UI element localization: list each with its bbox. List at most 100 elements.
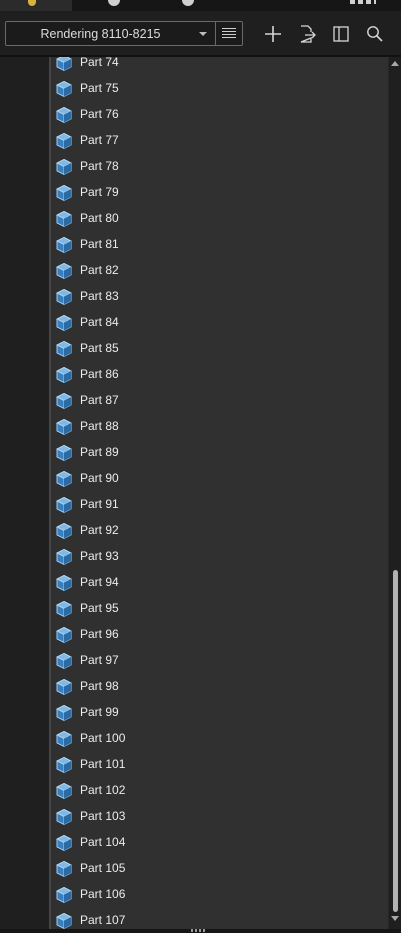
list-item-label: Part 101: [80, 757, 126, 771]
list-item[interactable]: Part 106: [51, 882, 388, 908]
list-icon: [222, 28, 236, 29]
cube-icon: [55, 314, 73, 332]
list-item[interactable]: Part 101: [51, 752, 388, 778]
list-item[interactable]: Part 88: [51, 414, 388, 440]
list-button[interactable]: [215, 22, 242, 45]
list-item-label: Part 77: [80, 133, 119, 147]
list-item-label: Part 81: [80, 237, 119, 251]
list-item-label: Part 78: [80, 159, 119, 173]
list-item[interactable]: Part 92: [51, 518, 388, 544]
cube-icon: [55, 262, 73, 280]
list-item[interactable]: Part 93: [51, 544, 388, 570]
cube-icon: [55, 574, 73, 592]
cube-icon: [55, 470, 73, 488]
list-item-label: Part 103: [80, 809, 126, 823]
cube-icon: [55, 912, 73, 930]
list-item[interactable]: Part 89: [51, 440, 388, 466]
list-item-label: Part 92: [80, 523, 119, 537]
list-item[interactable]: Part 94: [51, 570, 388, 596]
cube-icon: [55, 340, 73, 358]
tab-icon[interactable]: [182, 0, 194, 6]
list-item[interactable]: Part 77: [51, 128, 388, 154]
list-item[interactable]: Part 90: [51, 466, 388, 492]
list-item-label: Part 94: [80, 575, 119, 589]
search-button[interactable]: [361, 21, 389, 47]
list-item-label: Part 96: [80, 627, 119, 641]
cube-icon: [55, 522, 73, 540]
cube-icon: [55, 860, 73, 878]
panel-toggle-button[interactable]: [327, 21, 355, 47]
rendering-selector-value: Rendering 8110-8215: [40, 27, 161, 41]
list-item-label: Part 95: [80, 601, 119, 615]
resize-grip-icon[interactable]: [191, 929, 205, 932]
list-item-label: Part 85: [80, 341, 119, 355]
search-icon: [367, 26, 383, 42]
list-item[interactable]: Part 95: [51, 596, 388, 622]
list-item[interactable]: Part 82: [51, 258, 388, 284]
plus-icon: [265, 26, 281, 42]
list-item[interactable]: Part 80: [51, 206, 388, 232]
list-item[interactable]: Part 79: [51, 180, 388, 206]
list-item-label: Part 83: [80, 289, 119, 303]
list-item-label: Part 105: [80, 861, 126, 875]
list-item-label: Part 90: [80, 471, 119, 485]
chevron-down-icon[interactable]: [199, 32, 207, 36]
list-item-label: Part 93: [80, 549, 119, 563]
cube-icon: [55, 184, 73, 202]
scrollbar-thumb[interactable]: [393, 570, 398, 912]
cube-icon: [55, 132, 73, 150]
list-item-label: Part 82: [80, 263, 119, 277]
tab-active[interactable]: [0, 0, 72, 11]
list-item[interactable]: Part 76: [51, 102, 388, 128]
list-item[interactable]: Part 75: [51, 76, 388, 102]
list-item[interactable]: Part 96: [51, 622, 388, 648]
list-item-label: Part 98: [80, 679, 119, 693]
panel-toggle-icon: [333, 26, 349, 42]
list-icon-line: [222, 34, 236, 35]
tab-icon[interactable]: [108, 0, 120, 6]
add-button[interactable]: [259, 21, 287, 47]
list-item[interactable]: Part 103: [51, 804, 388, 830]
list-item[interactable]: Part 78: [51, 154, 388, 180]
scroll-up-arrow-icon[interactable]: [391, 61, 399, 66]
list-icon-line: [222, 31, 236, 32]
list-item-label: Part 91: [80, 497, 119, 511]
scroll-down-arrow-icon[interactable]: [391, 916, 399, 921]
list-item[interactable]: Part 74: [51, 57, 388, 76]
list-item-label: Part 88: [80, 419, 119, 433]
list-item[interactable]: Part 105: [51, 856, 388, 882]
list-item[interactable]: Part 100: [51, 726, 388, 752]
list-item[interactable]: Part 99: [51, 700, 388, 726]
export-button[interactable]: [293, 21, 321, 47]
list-item-label: Part 86: [80, 367, 119, 381]
list-item-label: Part 79: [80, 185, 119, 199]
cube-icon: [55, 756, 73, 774]
rendering-selector[interactable]: Rendering 8110-8215: [5, 21, 243, 46]
list-item[interactable]: Part 81: [51, 232, 388, 258]
list-item[interactable]: Part 85: [51, 336, 388, 362]
list-item[interactable]: Part 84: [51, 310, 388, 336]
cube-icon: [55, 444, 73, 462]
list-item[interactable]: Part 83: [51, 284, 388, 310]
list-item[interactable]: Part 102: [51, 778, 388, 804]
list-item-label: Part 97: [80, 653, 119, 667]
cube-icon: [55, 730, 73, 748]
cube-icon: [55, 600, 73, 618]
list-item-label: Part 104: [80, 835, 126, 849]
grid-icon[interactable]: [350, 0, 376, 4]
cube-icon: [55, 106, 73, 124]
cube-icon: [55, 678, 73, 696]
cube-icon: [55, 652, 73, 670]
parts-list: Part 74 Part 75 Part 76 Part 77 Part 78 Part …: [51, 57, 388, 933]
list-item[interactable]: Part 97: [51, 648, 388, 674]
cube-icon: [55, 808, 73, 826]
cube-icon: [55, 158, 73, 176]
list-item[interactable]: Part 91: [51, 492, 388, 518]
cube-icon: [55, 80, 73, 98]
rendering-dropdown[interactable]: Rendering 8110-8215: [6, 22, 215, 45]
list-item[interactable]: Part 86: [51, 362, 388, 388]
list-item[interactable]: Part 104: [51, 830, 388, 856]
list-item[interactable]: Part 87: [51, 388, 388, 414]
list-item[interactable]: Part 98: [51, 674, 388, 700]
light-icon: [28, 0, 36, 6]
